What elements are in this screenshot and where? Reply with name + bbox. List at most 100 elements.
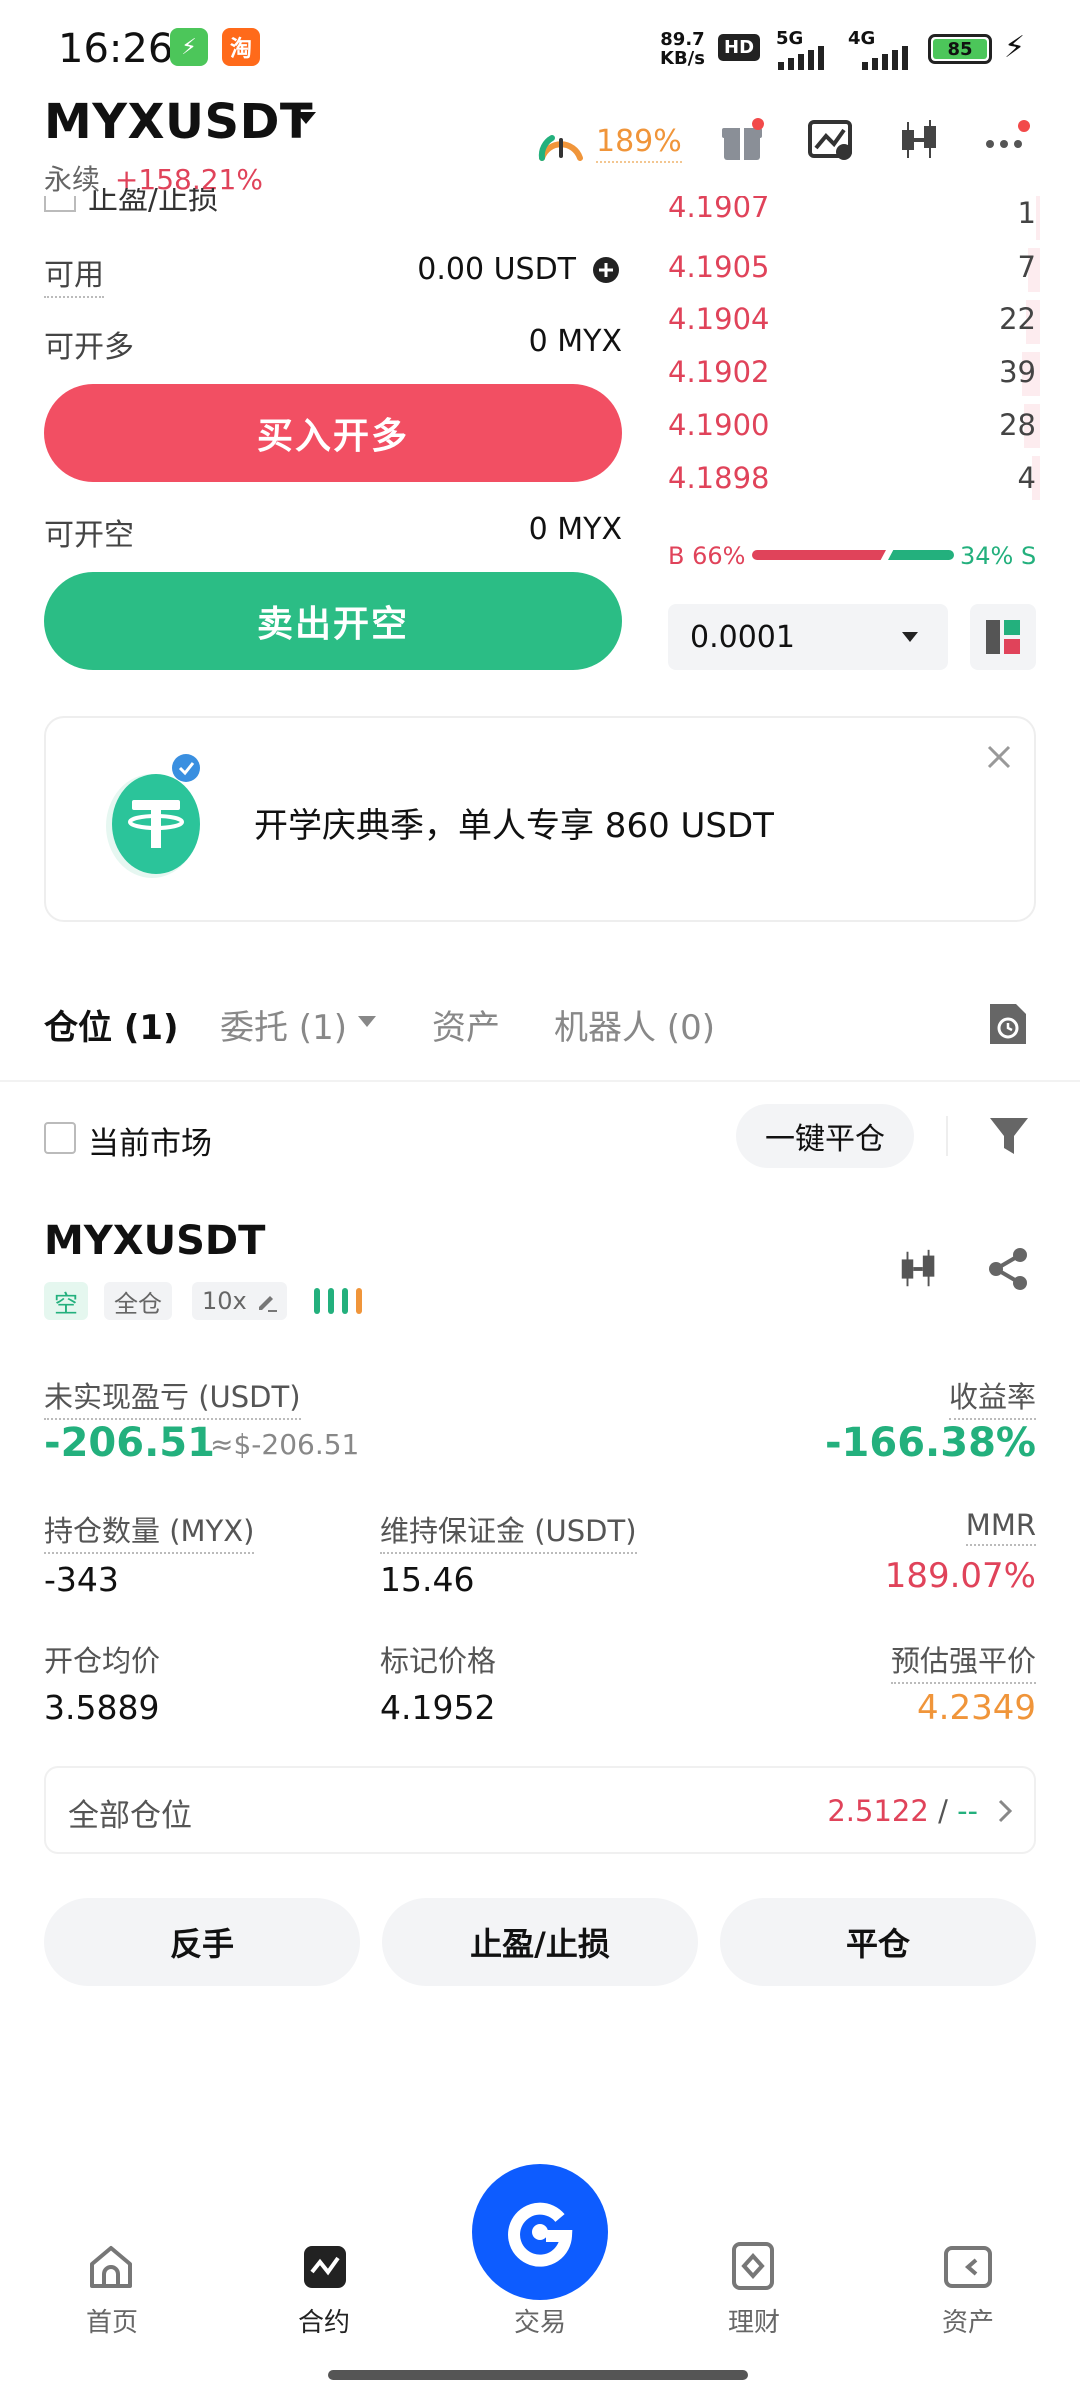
tab-positions[interactable]: 仓位 (1) (44, 1000, 179, 1049)
nav-home[interactable]: 首页 (52, 2302, 172, 2339)
trade-fab[interactable] (472, 2164, 608, 2300)
tab-bots[interactable]: 机器人 (0) (554, 1000, 715, 1049)
gift-icon[interactable] (718, 116, 766, 164)
tab-orders[interactable]: 委托 (1) (220, 1000, 347, 1049)
layout-icon (986, 620, 1020, 654)
buy-ratio-bar (752, 550, 886, 560)
plus-circle-icon[interactable] (592, 256, 620, 284)
buy-long-button[interactable]: 买入开多 (44, 384, 622, 482)
position-size-label: 持仓数量 (MYX) (44, 1508, 255, 1554)
ask-qty: 39 (999, 355, 1036, 389)
history-icon[interactable] (986, 1000, 1030, 1048)
liq-price-label: 预估强平价 (890, 1638, 1036, 1684)
pair-title[interactable]: MYXUSDT (44, 94, 313, 150)
nav-trade[interactable]: 交易 (480, 2302, 600, 2339)
ask-qty: 4 (1017, 461, 1036, 495)
can-long-label: 可开多 (44, 330, 134, 365)
sell-ratio-bar (888, 550, 954, 560)
close-position-button[interactable]: 平仓 (720, 1898, 1036, 1986)
edit-icon[interactable] (256, 1290, 278, 1312)
home-icon[interactable] (86, 2242, 136, 2292)
nav-assets[interactable]: 资产 (908, 2302, 1028, 2339)
entry-price-value: 3.5889 (44, 1688, 160, 1727)
nav-futures[interactable]: 合约 (264, 2302, 384, 2339)
can-short-value: 0 MYX (528, 512, 622, 547)
roe-label: 收益率 (948, 1374, 1036, 1420)
liq-price-value: 4.2349 (917, 1688, 1036, 1728)
maint-margin-value: 15.46 (380, 1560, 475, 1599)
power-app-icon: ⚡ (170, 28, 208, 66)
sell-short-button[interactable]: 卖出开空 (44, 572, 622, 670)
tether-logo-icon (106, 754, 200, 878)
tpsl-checkbox[interactable] (44, 196, 76, 212)
divider (0, 1080, 1080, 1082)
mark-price-label: 标记价格 (380, 1644, 497, 1678)
chevron-down-icon[interactable] (296, 112, 316, 124)
home-indicator[interactable] (328, 2370, 748, 2380)
adl-indicator-icon (314, 1288, 362, 1314)
hd-icon: HD (718, 34, 761, 61)
position-size-value: -343 (44, 1560, 119, 1599)
risk-pct[interactable]: 189% (596, 124, 682, 163)
share-icon[interactable] (986, 1246, 1032, 1292)
sell-ratio-label: 34% S (960, 542, 1037, 570)
unrealized-pnl-usd: ≈$-206.51 (210, 1428, 360, 1461)
promo-banner[interactable]: 开学庆典季，单人专享 860 USDT (44, 716, 1036, 922)
chevron-down-icon[interactable] (358, 1016, 376, 1027)
ask-row-clipped[interactable]: 4.1907 (668, 196, 778, 224)
net-speed: 89.7 KB/s (660, 29, 705, 69)
wallet-icon[interactable] (942, 2244, 994, 2290)
all-positions-value: 2.5122 / -- (827, 1794, 978, 1828)
battery-icon: 85 (928, 34, 992, 64)
all-positions-row[interactable]: 全部仓位 2.5122 / -- (44, 1766, 1036, 1854)
side-tag: 空 (44, 1282, 88, 1320)
candlestick-icon[interactable] (896, 116, 944, 164)
mark-price-value: 4.1952 (380, 1688, 496, 1727)
available-label: 可用 (44, 250, 104, 298)
ask-price[interactable]: 4.1905 (668, 250, 769, 284)
futures-icon[interactable] (300, 2242, 350, 2292)
risk-gauge-icon[interactable] (536, 120, 586, 164)
precision-select[interactable]: 0.0001 (668, 604, 948, 670)
tpsl-partial-label: 止盈/止损 (88, 188, 228, 216)
taobao-app-icon: 淘 (222, 28, 260, 66)
nav-earn[interactable]: 理财 (694, 2302, 814, 2339)
ask-qty: 7 (1017, 250, 1036, 284)
maint-margin-label: 维持保证金 (USDT) (380, 1508, 637, 1554)
unrealized-pnl-label: 未实现盈亏 (USDT) (44, 1374, 301, 1420)
available-value: 0.00 USDT (417, 252, 576, 287)
ask-price[interactable]: 4.1902 (668, 355, 769, 389)
filter-icon[interactable] (988, 1114, 1030, 1158)
close-all-button[interactable]: 一键平仓 (736, 1104, 914, 1168)
mmr-value: 189.07% (884, 1556, 1036, 1596)
earn-icon[interactable] (728, 2240, 778, 2292)
all-positions-label: 全部仓位 (68, 1798, 192, 1834)
tpsl-button[interactable]: 止盈/止损 (382, 1898, 698, 1986)
ask-qty: 28 (999, 408, 1036, 442)
unrealized-pnl-value: -206.51 (44, 1420, 215, 1466)
precision-value: 0.0001 (690, 620, 795, 655)
position-pair[interactable]: MYXUSDT (44, 1218, 265, 1264)
chart-settings-icon[interactable] (806, 116, 854, 164)
ask-price[interactable]: 4.1900 (668, 408, 769, 442)
can-short-label: 可开空 (44, 518, 134, 553)
trade-logo-icon (508, 2202, 573, 2267)
buy-ratio-label: B 66% (668, 542, 746, 570)
current-market-label: 当前市场 (88, 1126, 212, 1162)
divider (946, 1116, 948, 1156)
ask-price[interactable]: 4.1904 (668, 302, 769, 336)
book-layout-button[interactable] (970, 604, 1036, 670)
signal-icon (778, 46, 824, 70)
can-long-value: 0 MYX (528, 324, 622, 359)
candlestick-icon[interactable] (896, 1246, 942, 1292)
tab-assets[interactable]: 资产 (432, 1000, 500, 1049)
current-market-checkbox[interactable] (44, 1122, 76, 1154)
close-icon[interactable] (986, 744, 1012, 770)
more-icon[interactable] (984, 116, 1032, 164)
reverse-button[interactable]: 反手 (44, 1898, 360, 1986)
charging-icon: ⚡ (1004, 30, 1026, 65)
status-bar: 16:26 ⚡ 淘 89.7 KB/s HD 5G 4G 85 ⚡ (0, 0, 1080, 96)
entry-price-label: 开仓均价 (44, 1644, 161, 1678)
ask-price[interactable]: 4.1898 (668, 461, 769, 495)
chevron-right-icon (998, 1799, 1013, 1823)
